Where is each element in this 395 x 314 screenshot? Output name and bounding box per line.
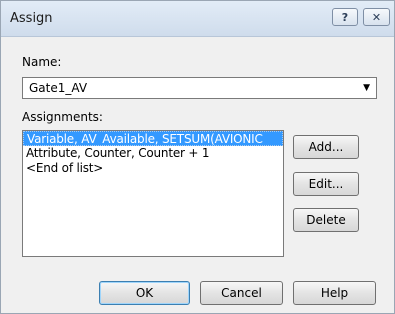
name-value: Gate1_AV xyxy=(29,81,88,95)
help-title-button[interactable]: ? xyxy=(332,8,358,26)
title-bar[interactable]: Assign ? ✕ xyxy=(1,1,394,37)
list-item[interactable]: <End of list> xyxy=(23,161,283,176)
help-button-label: Help xyxy=(320,286,349,300)
ok-button-label: OK xyxy=(135,286,154,300)
edit-button[interactable]: Edit... xyxy=(293,172,359,196)
name-label: Name: xyxy=(22,55,62,69)
assignments-list[interactable]: Variable, AV_Available, SETSUM(AVIONIC A… xyxy=(22,130,284,257)
ok-button[interactable]: OK xyxy=(99,281,190,305)
cancel-button-label: Cancel xyxy=(221,286,262,300)
cancel-button[interactable]: Cancel xyxy=(200,281,283,305)
add-button-label: Add... xyxy=(308,140,344,154)
delete-button[interactable]: Delete xyxy=(293,208,359,232)
help-button[interactable]: Help xyxy=(293,281,376,305)
chevron-down-icon[interactable]: ▼ xyxy=(363,83,370,93)
list-item[interactable]: Attribute, Counter, Counter + 1 xyxy=(23,146,283,161)
close-button[interactable]: ✕ xyxy=(363,8,390,26)
add-button[interactable]: Add... xyxy=(293,135,359,159)
name-combobox[interactable]: Gate1_AV ▼ xyxy=(22,77,377,99)
window-title: Assign xyxy=(10,11,53,26)
dialog-content: Name: Gate1_AV ▼ Assignments: Variable, … xyxy=(1,37,394,313)
assign-dialog: Assign ? ✕ Name: Gate1_AV ▼ Assignments:… xyxy=(0,0,395,314)
edit-button-label: Edit... xyxy=(308,177,344,191)
delete-button-label: Delete xyxy=(306,213,346,227)
list-item[interactable]: Variable, AV_Available, SETSUM(AVIONIC xyxy=(23,131,283,146)
assignments-label: Assignments: xyxy=(22,110,103,124)
question-icon: ? xyxy=(341,10,349,24)
close-icon: ✕ xyxy=(371,10,382,24)
